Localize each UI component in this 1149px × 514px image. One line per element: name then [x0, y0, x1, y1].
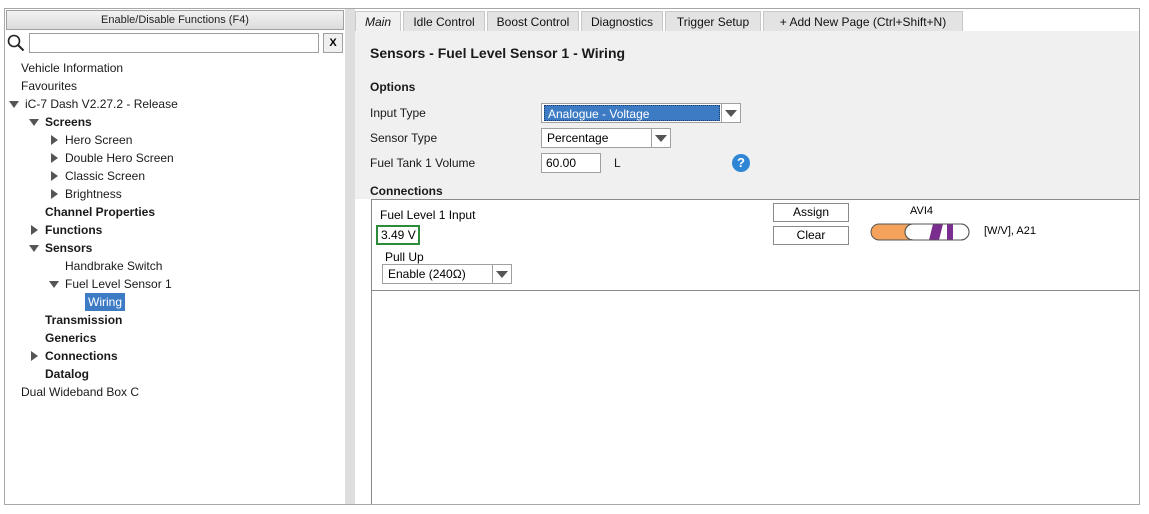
connections-heading: Connections	[370, 184, 443, 198]
tree-item-wiring[interactable]: Wiring	[5, 293, 345, 311]
tree-item-label: Functions	[45, 223, 103, 237]
enable-disable-functions-button[interactable]: Enable/Disable Functions (F4)	[6, 10, 344, 30]
tree-item-double-hero-screen[interactable]: Double Hero Screen	[5, 149, 345, 167]
wire-color-icon	[870, 223, 970, 241]
options-area: Sensors - Fuel Level Sensor 1 - Wiring O…	[355, 31, 1139, 199]
tree-item-classic-screen[interactable]: Classic Screen	[5, 167, 345, 185]
app-window: Enable/Disable Functions (F4) X Vehicle …	[4, 8, 1140, 505]
tree-item-label: Channel Properties	[45, 205, 156, 219]
pull-up-label: Pull Up	[385, 250, 424, 264]
tree-item-label: Datalog	[45, 367, 90, 381]
tree-item-hero-screen[interactable]: Hero Screen	[5, 131, 345, 149]
tree-item-datalog[interactable]: Datalog	[5, 365, 345, 383]
pull-up-select[interactable]: Enable (240Ω)	[382, 264, 512, 284]
assign-button[interactable]: Assign	[773, 203, 849, 222]
input-type-value: Analogue - Voltage	[544, 105, 720, 121]
tree-item-label: Handbrake Switch	[65, 259, 163, 273]
collapsed-arrow-icon[interactable]	[51, 171, 58, 181]
tab-bar: Main Idle Control Boost Control Diagnost…	[355, 9, 1139, 31]
page-title: Sensors - Fuel Level Sensor 1 - Wiring	[370, 45, 626, 61]
sensor-type-value: Percentage	[547, 131, 609, 145]
expanded-arrow-icon[interactable]	[9, 101, 19, 108]
tree-item-ic-7-dash-v2-27-2-release[interactable]: iC-7 Dash V2.27.2 - Release	[5, 95, 345, 113]
navigation-panel: Enable/Disable Functions (F4) X Vehicle …	[5, 9, 345, 504]
tree-item-functions[interactable]: Functions	[5, 221, 345, 239]
tab-add-new-page[interactable]: + Add New Page (Ctrl+Shift+N)	[763, 11, 963, 31]
tank-volume-label: Fuel Tank 1 Volume	[370, 156, 476, 170]
panel-splitter[interactable]	[345, 9, 355, 504]
chevron-down-icon[interactable]	[651, 129, 670, 147]
input-value-readout: 3.49 V	[376, 225, 420, 245]
connection-row: Fuel Level 1 Input 3.49 V Pull Up Enable…	[372, 200, 1139, 291]
input-type-label: Input Type	[370, 106, 426, 120]
pin-name: AVI4	[910, 205, 934, 217]
tree-item-label: Vehicle Information	[21, 61, 124, 75]
tree-item-label: Generics	[45, 331, 97, 345]
tree-item-label: Dual Wideband Box C	[21, 385, 140, 399]
chevron-down-icon[interactable]	[721, 104, 740, 122]
tree-item-label: Hero Screen	[65, 133, 133, 147]
tree-item-label: iC-7 Dash V2.27.2 - Release	[25, 97, 178, 111]
tree-item-label: Sensors	[45, 241, 93, 255]
tab-trigger-setup[interactable]: Trigger Setup	[665, 11, 761, 31]
pull-up-value: Enable (240Ω)	[388, 267, 466, 281]
sensor-type-label: Sensor Type	[370, 131, 438, 145]
tree-item-sensors[interactable]: Sensors	[5, 239, 345, 257]
tree-item-brightness[interactable]: Brightness	[5, 185, 345, 203]
tree-item-favourites[interactable]: Favourites	[5, 77, 345, 95]
tree-item-label: Classic Screen	[65, 169, 146, 183]
collapsed-arrow-icon[interactable]	[51, 135, 58, 145]
tree-item-label: Connections	[45, 349, 118, 363]
tab-main[interactable]: Main	[355, 11, 401, 31]
search-row: X	[7, 33, 343, 55]
clear-button[interactable]: Clear	[773, 226, 849, 245]
search-input[interactable]	[29, 33, 319, 53]
tree-item-label: Wiring	[85, 293, 126, 311]
tree-item-vehicle-information[interactable]: Vehicle Information	[5, 59, 345, 77]
tree-item-connections[interactable]: Connections	[5, 347, 345, 365]
wire-description: [W/V], A21	[984, 225, 1036, 237]
collapsed-arrow-icon[interactable]	[31, 351, 38, 361]
fuel-level-input-label: Fuel Level 1 Input	[380, 208, 476, 222]
collapsed-arrow-icon[interactable]	[51, 153, 58, 163]
collapsed-arrow-icon[interactable]	[51, 189, 58, 199]
tree-item-label: Transmission	[45, 313, 123, 327]
tree-item-label: Fuel Level Sensor 1	[65, 277, 172, 291]
clear-search-button[interactable]: X	[323, 33, 343, 53]
main-content: Main Idle Control Boost Control Diagnost…	[355, 9, 1139, 504]
expanded-arrow-icon[interactable]	[29, 245, 39, 252]
expanded-arrow-icon[interactable]	[29, 119, 39, 126]
tree-item-label: Double Hero Screen	[65, 151, 174, 165]
tab-idle-control[interactable]: Idle Control	[403, 11, 485, 31]
chevron-down-icon[interactable]	[492, 265, 511, 283]
tank-volume-field[interactable]: 60.00	[541, 153, 601, 173]
tree-item-handbrake-switch[interactable]: Handbrake Switch	[5, 257, 345, 275]
tree-item-label: Screens	[45, 115, 92, 129]
help-icon[interactable]: ?	[732, 154, 750, 172]
tank-volume-unit: L	[614, 156, 621, 170]
collapsed-arrow-icon[interactable]	[31, 225, 38, 235]
tab-boost-control[interactable]: Boost Control	[487, 11, 579, 31]
input-type-select[interactable]: Analogue - Voltage	[541, 103, 741, 123]
tree-item-fuel-level-sensor-1[interactable]: Fuel Level Sensor 1	[5, 275, 345, 293]
tree-item-dual-wideband-box-c[interactable]: Dual Wideband Box C	[5, 383, 345, 401]
sensor-type-select[interactable]: Percentage	[541, 128, 671, 148]
tree-item-generics[interactable]: Generics	[5, 329, 345, 347]
tree-item-label: Favourites	[21, 79, 78, 93]
tree-item-transmission[interactable]: Transmission	[5, 311, 345, 329]
search-icon	[7, 34, 25, 52]
tab-diagnostics[interactable]: Diagnostics	[581, 11, 663, 31]
connections-panel: Fuel Level 1 Input 3.49 V Pull Up Enable…	[371, 199, 1139, 504]
options-heading: Options	[370, 80, 416, 94]
tree-item-screens[interactable]: Screens	[5, 113, 345, 131]
expanded-arrow-icon[interactable]	[49, 281, 59, 288]
tree-item-channel-properties[interactable]: Channel Properties	[5, 203, 345, 221]
tree-item-label: Brightness	[65, 187, 122, 201]
